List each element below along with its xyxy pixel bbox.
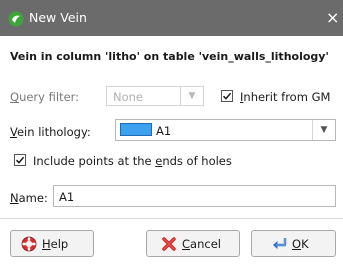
help-button[interactable]: Help: [10, 230, 94, 257]
vein-lithology-value: A1: [156, 124, 172, 138]
inherit-from-gm-label[interactable]: Inherit from GM: [240, 90, 330, 104]
dialog-heading: Vein in column 'litho' on table 'vein_wa…: [10, 50, 329, 63]
window-title: New Vein: [29, 10, 87, 25]
vein-lithology-label: Vein lithology:: [10, 125, 91, 139]
query-filter-value: None: [113, 90, 144, 104]
checkmark-icon: [15, 156, 25, 164]
ok-button[interactable]: OK: [251, 230, 336, 257]
name-field-value: A1: [59, 190, 75, 204]
query-filter-label: Query filter:: [10, 90, 80, 104]
cancel-button[interactable]: Cancel: [146, 230, 240, 257]
lifebuoy-icon: [21, 236, 37, 252]
inherit-from-gm-checkbox[interactable]: [221, 90, 233, 102]
name-label: Name:: [10, 191, 48, 205]
title-bar: New Vein ×: [0, 0, 343, 36]
chevron-down-icon: ▼: [312, 120, 335, 140]
query-filter-select[interactable]: None ▼: [106, 86, 204, 106]
ok-button-label: OK: [292, 237, 309, 251]
cancel-button-label: Cancel: [182, 237, 221, 251]
checkmark-icon: [222, 92, 232, 100]
red-x-icon: [162, 237, 176, 251]
chevron-down-icon: ▼: [180, 87, 203, 105]
include-points-label[interactable]: Include points at the ends of holes: [33, 154, 232, 168]
close-icon[interactable]: ×: [326, 8, 339, 27]
lithology-color-swatch: [120, 123, 152, 136]
return-arrow-icon: [273, 238, 287, 249]
name-field[interactable]: A1: [53, 185, 336, 207]
help-button-label: Help: [42, 237, 69, 251]
include-points-checkbox[interactable]: [14, 154, 26, 166]
app-icon: [8, 11, 24, 27]
button-divider: [0, 218, 343, 219]
vein-lithology-select[interactable]: A1 ▼: [115, 119, 336, 141]
